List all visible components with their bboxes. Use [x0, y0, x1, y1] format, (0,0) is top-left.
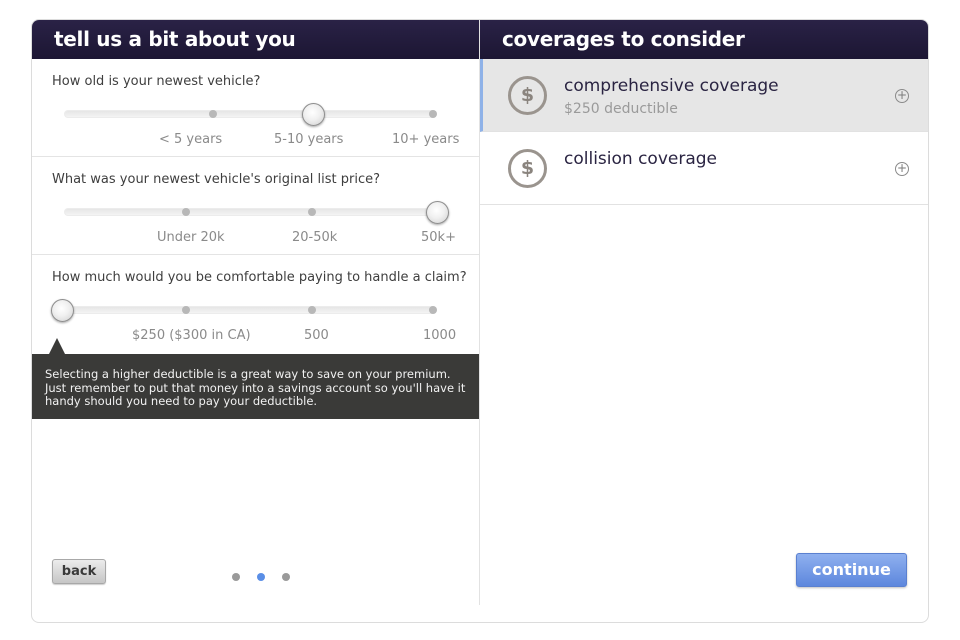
slider-tick[interactable] — [308, 306, 316, 314]
expand-plus-icon[interactable]: + — [895, 89, 909, 103]
slider-tick[interactable] — [429, 306, 437, 314]
app-frame: tell us a bit about you coverages to con… — [31, 19, 929, 623]
coverage-title: comprehensive coverage — [564, 76, 779, 96]
question-list-price: What was your newest vehicle's original … — [32, 157, 479, 255]
slider-tick[interactable] — [182, 208, 190, 216]
question-label: What was your newest vehicle's original … — [52, 172, 381, 187]
page-dot[interactable] — [282, 573, 290, 581]
option-label[interactable]: 20-50k — [292, 230, 337, 245]
question-label: How old is your newest vehicle? — [52, 74, 261, 89]
coverage-deductible: $250 deductible — [564, 101, 678, 117]
back-button[interactable]: back — [52, 559, 106, 584]
question-label: How much would you be comfortable paying… — [52, 270, 467, 285]
slider-tick[interactable] — [429, 110, 437, 118]
slider-tick[interactable] — [182, 306, 190, 314]
option-label[interactable]: 500 — [304, 328, 329, 343]
vehicle-age-slider[interactable] — [64, 103, 437, 126]
question-vehicle-age: How old is your newest vehicle? < 5 year… — [32, 59, 479, 157]
option-label[interactable]: Under 20k — [157, 230, 225, 245]
dollar-icon: $ — [508, 76, 547, 115]
coverage-title: collision coverage — [564, 149, 717, 169]
slider-handle[interactable] — [302, 103, 325, 126]
option-label[interactable]: 50k+ — [421, 230, 456, 245]
option-label[interactable]: $250 ($300 in CA) — [132, 328, 251, 343]
expand-plus-icon[interactable]: + — [895, 162, 909, 176]
page-dot[interactable] — [232, 573, 240, 581]
coverage-item-collision[interactable]: $ collision coverage + — [480, 132, 928, 205]
list-price-slider[interactable] — [64, 201, 449, 224]
option-label[interactable]: < 5 years — [159, 132, 222, 147]
deductible-tooltip: Selecting a higher deductible is a great… — [32, 354, 479, 419]
slider-tick[interactable] — [308, 208, 316, 216]
right-panel-title: coverages to consider — [480, 20, 928, 59]
slider-tick[interactable] — [209, 110, 217, 118]
dollar-icon: $ — [508, 149, 547, 188]
page-dot-active[interactable] — [257, 573, 265, 581]
question-deductible: How much would you be comfortable paying… — [32, 255, 479, 353]
left-panel-title: tell us a bit about you — [32, 20, 479, 59]
coverage-item-comprehensive[interactable]: $ comprehensive coverage $250 deductible… — [480, 59, 928, 132]
option-label[interactable]: 1000 — [423, 328, 456, 343]
slider-handle[interactable] — [51, 299, 74, 322]
continue-button[interactable]: continue — [796, 553, 907, 587]
option-label[interactable]: 10+ years — [392, 132, 459, 147]
option-label[interactable]: 5-10 years — [274, 132, 343, 147]
deductible-slider[interactable] — [51, 299, 437, 322]
tooltip-arrow — [49, 338, 65, 354]
slider-handle[interactable] — [426, 201, 449, 224]
